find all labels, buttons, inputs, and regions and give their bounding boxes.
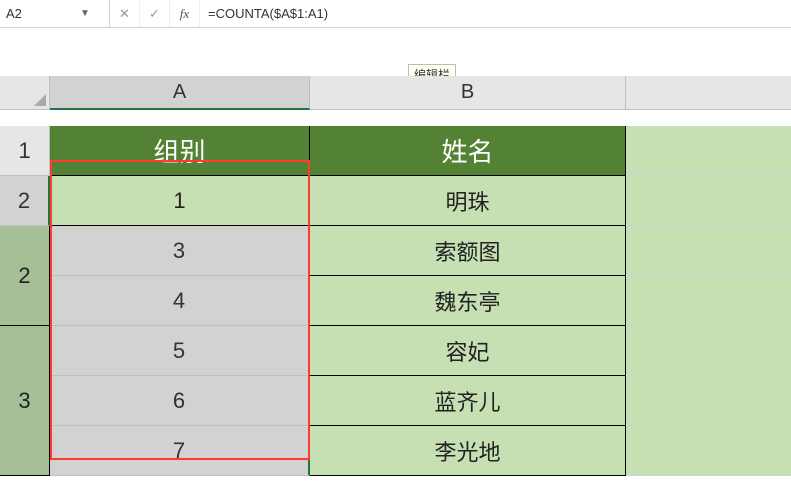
- col-head-A[interactable]: A: [50, 76, 310, 110]
- cancel-button[interactable]: ✕: [110, 0, 140, 27]
- cell-C7[interactable]: [626, 426, 791, 476]
- cell-B7[interactable]: 李光地: [310, 426, 626, 476]
- cell-B6[interactable]: 蓝齐儿: [310, 376, 626, 426]
- cell-A2[interactable]: 1: [50, 176, 310, 226]
- ribbon-gap: 编辑栏: [0, 28, 791, 76]
- cell-C1[interactable]: [626, 126, 791, 176]
- cell-C3[interactable]: [626, 226, 791, 276]
- cell-B4[interactable]: 魏东亭: [310, 276, 626, 326]
- cell-B3[interactable]: 索额图: [310, 226, 626, 276]
- cell-C6[interactable]: [626, 376, 791, 426]
- select-all-corner[interactable]: [0, 76, 50, 110]
- formula-bar: ▼ ✕ ✓ fx: [0, 0, 791, 28]
- cell-B2[interactable]: 明珠: [310, 176, 626, 226]
- cell-A1[interactable]: 组别: [50, 126, 310, 176]
- row-head-2[interactable]: 2: [0, 176, 50, 226]
- cell-C2[interactable]: [626, 176, 791, 226]
- row-head-3[interactable]: 3: [50, 226, 310, 276]
- name-box-container: ▼: [0, 0, 110, 27]
- fx-button[interactable]: fx: [170, 0, 200, 27]
- row-head-7[interactable]: 7: [50, 426, 310, 476]
- cell-B5[interactable]: 容妃: [310, 326, 626, 376]
- row-head-4[interactable]: 4: [50, 276, 310, 326]
- col-head-extra[interactable]: [626, 76, 791, 110]
- row-head-6[interactable]: 6: [50, 376, 310, 426]
- cell-C4[interactable]: [626, 276, 791, 326]
- name-box[interactable]: [6, 6, 76, 21]
- cell-A3-A4-merged[interactable]: 2: [0, 226, 50, 326]
- cell-B1[interactable]: 姓名: [310, 126, 626, 176]
- cell-C5[interactable]: [626, 326, 791, 376]
- row-head-1[interactable]: 1: [0, 126, 50, 176]
- col-head-B[interactable]: B: [310, 76, 626, 110]
- spreadsheet-grid: A B 1 组别 姓名 2 1 明珠 3 2 索额图 4 魏东亭 5 3 容妃 …: [0, 76, 791, 476]
- name-box-dropdown[interactable]: ▼: [76, 8, 94, 19]
- confirm-button[interactable]: ✓: [140, 0, 170, 27]
- cell-A5-A7-merged[interactable]: 3: [0, 326, 50, 476]
- formula-input[interactable]: [200, 0, 791, 27]
- row-head-5[interactable]: 5: [50, 326, 310, 376]
